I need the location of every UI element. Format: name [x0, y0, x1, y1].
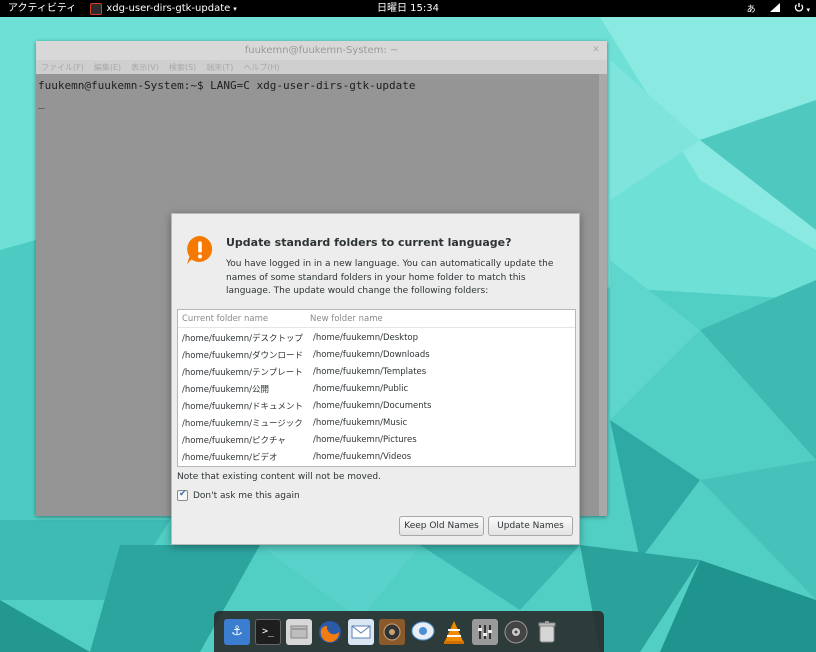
- dont-ask-again-option[interactable]: Don't ask me this again: [177, 489, 300, 501]
- chat-icon[interactable]: [410, 619, 436, 645]
- column-header-new[interactable]: New folder name: [310, 314, 383, 324]
- dock: ⚓ >_: [214, 611, 604, 652]
- power-icon[interactable]: ▾: [794, 2, 810, 15]
- new-folder-cell: /home/fuukemn/Templates: [313, 366, 427, 377]
- current-folder-cell: /home/fuukemn/デスクトップ: [182, 333, 303, 344]
- terminal-scrollbar[interactable]: [599, 74, 607, 516]
- clock[interactable]: 日曜日 15:34: [377, 3, 439, 14]
- new-folder-cell: /home/fuukemn/Music: [313, 417, 408, 428]
- new-folder-cell: /home/fuukemn/Videos: [313, 451, 412, 462]
- menu-terminal[interactable]: 端末(T): [206, 62, 233, 73]
- table-row[interactable]: /home/fuukemn/ピクチャ /home/fuukemn/Picture…: [178, 431, 575, 448]
- terminal-menubar: ファイル(F) 編集(E) 表示(V) 検索(S) 端末(T) ヘルプ(H): [36, 60, 607, 74]
- keep-old-names-button[interactable]: Keep Old Names: [399, 516, 484, 536]
- dialog-title: Update standard folders to current langu…: [226, 236, 512, 249]
- input-method-indicator[interactable]: あ: [747, 2, 756, 15]
- chevron-down-icon: ▾: [233, 4, 237, 13]
- disc-icon[interactable]: [503, 619, 529, 645]
- files-icon[interactable]: [286, 618, 312, 645]
- terminal-command-line: fuukemn@fuukemn-System:~$ LANG=C xdg-use…: [38, 79, 416, 92]
- table-row[interactable]: /home/fuukemn/デスクトップ /home/fuukemn/Deskt…: [178, 329, 575, 346]
- new-folder-cell: /home/fuukemn/Downloads: [313, 349, 430, 360]
- update-folders-dialog: Update standard folders to current langu…: [171, 213, 580, 545]
- firefox-icon[interactable]: [317, 619, 343, 645]
- current-folder-cell: /home/fuukemn/テンプレート: [182, 367, 303, 378]
- top-panel: アクティビティ xdg-user-dirs-gtk-update ▾ 日曜日 1…: [0, 0, 816, 17]
- dont-ask-again-checkbox[interactable]: [177, 489, 188, 501]
- table-row[interactable]: /home/fuukemn/ドキュメント /home/fuukemn/Docum…: [178, 397, 575, 414]
- new-folder-cell: /home/fuukemn/Desktop: [313, 332, 419, 343]
- menu-edit[interactable]: 編集(E): [94, 62, 121, 73]
- app-menu-title: xdg-user-dirs-gtk-update: [106, 3, 231, 14]
- dialog-description: You have logged in in a new language. Yo…: [226, 259, 554, 296]
- new-folder-cell: /home/fuukemn/Documents: [313, 400, 432, 411]
- menu-help[interactable]: ヘルプ(H): [243, 62, 279, 73]
- current-folder-cell: /home/fuukemn/公開: [182, 384, 269, 395]
- anchor-icon[interactable]: ⚓: [224, 618, 250, 645]
- menu-search[interactable]: 検索(S): [169, 62, 196, 73]
- table-row[interactable]: /home/fuukemn/ミュージック /home/fuukemn/Music: [178, 414, 575, 431]
- new-folder-cell: /home/fuukemn/Pictures: [313, 434, 417, 445]
- menu-view[interactable]: 表示(V): [131, 62, 159, 73]
- chevron-down-icon: ▾: [806, 6, 810, 14]
- terminal-titlebar[interactable]: fuukemn@fuukemn-System: ~ ✕: [36, 41, 607, 60]
- table-row[interactable]: /home/fuukemn/公開 /home/fuukemn/Public: [178, 380, 575, 397]
- current-folder-cell: /home/fuukemn/ピクチャ: [182, 435, 286, 446]
- table-row[interactable]: /home/fuukemn/ダウンロード /home/fuukemn/Downl…: [178, 346, 575, 363]
- trash-icon[interactable]: [534, 619, 560, 645]
- vlc-icon[interactable]: [441, 619, 467, 645]
- new-folder-cell: /home/fuukemn/Public: [313, 383, 409, 394]
- table-header: Current folder name New folder name: [178, 310, 575, 328]
- warning-icon: [184, 234, 216, 266]
- update-names-button[interactable]: Update Names: [488, 516, 573, 536]
- mixer-icon[interactable]: [472, 618, 498, 645]
- system-tray: あ ▾: [747, 0, 810, 17]
- audio-player-icon[interactable]: [379, 618, 405, 645]
- terminal-title: fuukemn@fuukemn-System: ~: [244, 45, 399, 56]
- dont-ask-again-label: Don't ask me this again: [193, 490, 300, 501]
- app-menu[interactable]: xdg-user-dirs-gtk-update ▾: [84, 0, 237, 17]
- terminal-cursor: _: [38, 96, 45, 109]
- folder-table[interactable]: Current folder name New folder name /hom…: [177, 309, 576, 467]
- column-header-current[interactable]: Current folder name: [178, 314, 310, 324]
- current-folder-cell: /home/fuukemn/ミュージック: [182, 418, 303, 429]
- app-menu-icon: [90, 2, 103, 15]
- table-row[interactable]: /home/fuukemn/テンプレート /home/fuukemn/Templ…: [178, 363, 575, 380]
- close-icon[interactable]: ✕: [591, 45, 601, 55]
- current-folder-cell: /home/fuukemn/ドキュメント: [182, 401, 303, 412]
- table-row[interactable]: /home/fuukemn/ビデオ /home/fuukemn/Videos: [178, 448, 575, 465]
- terminal-icon[interactable]: >_: [255, 618, 281, 645]
- dialog-note: Note that existing content will not be m…: [177, 472, 381, 482]
- current-folder-cell: /home/fuukemn/ダウンロード: [182, 350, 303, 361]
- activities-button[interactable]: アクティビティ: [0, 0, 84, 17]
- menu-file[interactable]: ファイル(F): [41, 62, 84, 73]
- current-folder-cell: /home/fuukemn/ビデオ: [182, 452, 278, 463]
- mail-icon[interactable]: [348, 618, 374, 645]
- network-icon[interactable]: [769, 2, 780, 15]
